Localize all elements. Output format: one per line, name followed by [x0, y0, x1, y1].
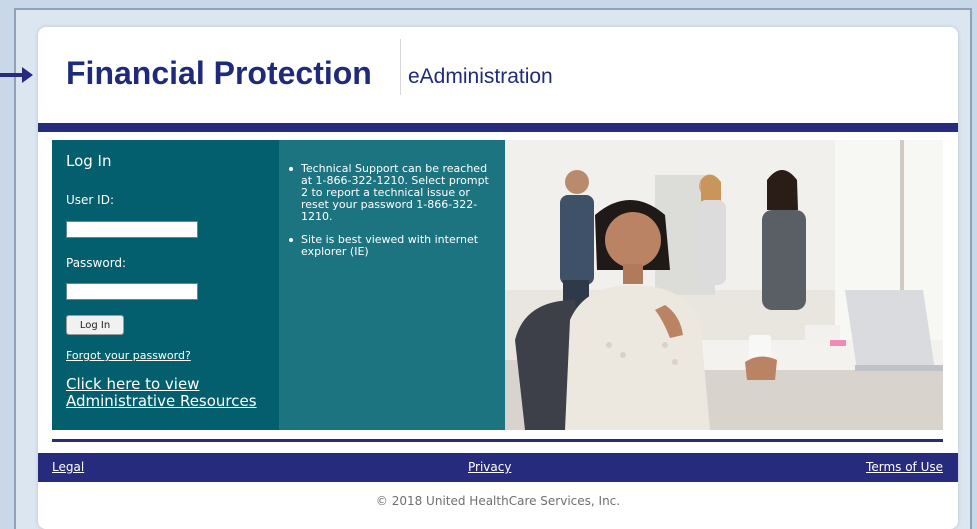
header-rule [38, 123, 958, 132]
footer-bar: Legal Privacy Terms of Use [38, 453, 958, 482]
info-item: Technical Support can be reached at 1-86… [287, 163, 497, 223]
user-id-label: User ID: [66, 193, 114, 207]
arrow-pointer-icon [0, 67, 33, 83]
password-input[interactable] [66, 283, 198, 300]
footer-rule [52, 439, 943, 442]
page-title: Financial Protection [66, 55, 372, 91]
info-item-text: Site is best viewed with internet explor… [301, 233, 479, 258]
bullet-icon [289, 238, 293, 242]
info-list: Technical Support can be reached at 1-86… [287, 163, 497, 269]
terms-of-use-link[interactable]: Terms of Use [866, 460, 943, 474]
info-item: Site is best viewed with internet explor… [287, 234, 497, 258]
bullet-icon [289, 167, 293, 171]
page-subtitle: eAdministration [408, 65, 553, 88]
office-photo [505, 140, 943, 430]
info-item-text: Technical Support can be reached at 1-86… [301, 162, 489, 223]
main-card: Financial Protection eAdministration Log… [38, 27, 958, 529]
content-band: Log In User ID: Password: Log In Forgot … [52, 140, 943, 430]
login-panel: Log In User ID: Password: Log In Forgot … [52, 140, 279, 430]
header-divider [400, 39, 401, 95]
info-panel: Technical Support can be reached at 1-86… [279, 140, 505, 430]
login-button[interactable]: Log In [66, 315, 124, 335]
administrative-resources-link[interactable]: Click here to view Administrative Resour… [66, 376, 271, 410]
forgot-password-link[interactable]: Forgot your password? [66, 349, 191, 362]
legal-link[interactable]: Legal [52, 460, 84, 474]
login-title: Log In [66, 152, 112, 170]
privacy-link[interactable]: Privacy [468, 460, 511, 474]
password-label: Password: [66, 256, 127, 270]
copyright-text: © 2018 United HealthCare Services, Inc. [375, 494, 621, 508]
user-id-input[interactable] [66, 221, 198, 238]
